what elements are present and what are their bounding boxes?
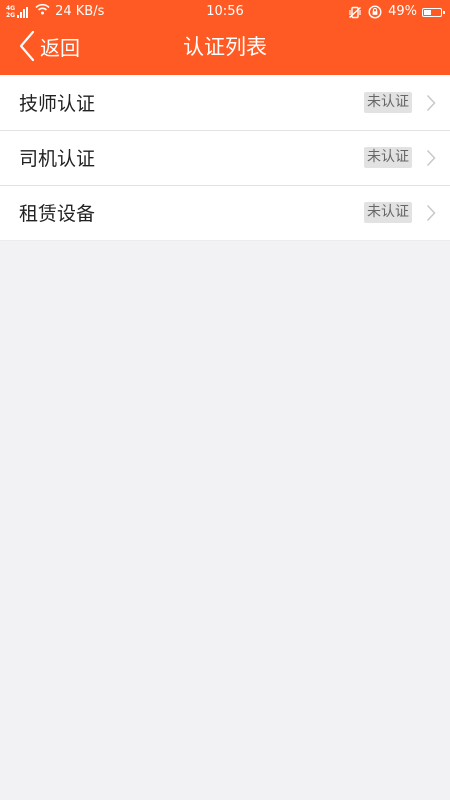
status-badge: 未认证 [364,92,412,113]
battery-percentage: 49% [388,4,417,19]
list-item-rental-equipment[interactable]: 租赁设备 未认证 [0,185,450,240]
status-bar: 4G 2G 24 KB/s 10:56 49% [0,0,450,24]
chevron-right-icon [426,204,436,222]
list-item-driver[interactable]: 司机认证 未认证 [0,130,450,185]
list-item-label: 租赁设备 [19,203,96,225]
chevron-right-icon [426,94,436,112]
battery-level-fill [424,9,431,15]
chevron-right-icon [426,149,436,167]
status-right: 49% [348,0,445,24]
list-item-label: 司机认证 [19,148,96,170]
list-item-technician[interactable]: 技师认证 未认证 [0,75,450,130]
page-title: 认证列表 [183,35,267,59]
battery-icon [422,7,445,17]
list-divider [0,240,450,241]
rotation-lock-icon [368,5,382,19]
status-badge: 未认证 [364,147,412,168]
certification-list: 技师认证 未认证 司机认证 未认证 租赁设备 未认证 [0,75,450,241]
vibrate-off-icon [348,6,362,19]
top-bar: 4G 2G 24 KB/s 10:56 49% 返回 认证列表 [0,0,450,75]
list-item-label: 技师认证 [19,93,96,115]
nav-bar: 返回 认证列表 [0,24,450,75]
status-badge: 未认证 [364,202,412,223]
